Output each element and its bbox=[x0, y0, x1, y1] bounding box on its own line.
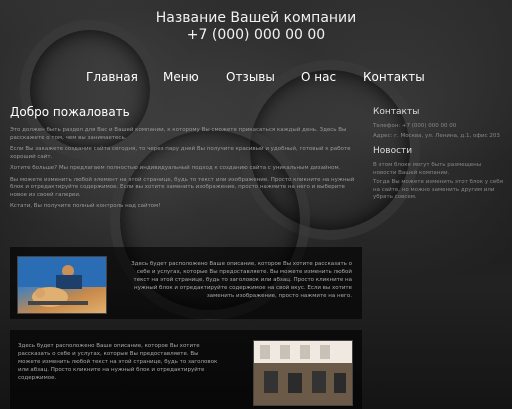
nav-item-home[interactable]: Главная bbox=[86, 70, 138, 84]
feature-text-2: Здесь будет расположено Ваше описание, к… bbox=[18, 343, 218, 381]
page-title: Добро пожаловать bbox=[10, 105, 130, 119]
news-item: Тогда Вы можете изменить этот блок у себ… bbox=[373, 179, 503, 200]
contact-phone: Телефон: +7 (000) 000 00 00 bbox=[373, 123, 457, 129]
feature-block-1: Здесь будет расположено Ваше описание, к… bbox=[10, 247, 362, 319]
intro-paragraph: Если Вы закажете создание сайта сегодня,… bbox=[10, 146, 351, 160]
news-item: В этом блоке могут быть размещены новост… bbox=[373, 162, 482, 176]
intro-paragraph: Хотите больше? Мы предлагаем полностью и… bbox=[10, 165, 341, 171]
feature-image-trainer bbox=[17, 256, 107, 314]
intro-paragraph: Вы можете изменить любой элемент на этой… bbox=[10, 176, 355, 198]
feature-image-gym bbox=[253, 340, 353, 406]
news-heading: Новости bbox=[373, 146, 413, 156]
main-content: Добро пожаловать Это должен быть раздел … bbox=[10, 105, 360, 215]
feature-text-1: Здесь будет расположено Ваше описание, к… bbox=[131, 261, 352, 299]
intro-paragraph: Кстати, Вы получите полный контроль над … bbox=[10, 203, 161, 209]
contact-address: Адрес: г. Москва, ул. Ленина, д.1, офис … bbox=[373, 132, 500, 139]
header: Название Вашей компании +7 (000) 000 00 … bbox=[0, 10, 512, 44]
header-phone: +7 (000) 000 00 00 bbox=[186, 27, 326, 43]
nav-item-contacts[interactable]: Контакты bbox=[363, 70, 425, 84]
sidebar: Контакты Телефон: +7 (000) 000 00 00 Адр… bbox=[373, 107, 503, 204]
feature-block-2: Здесь будет расположено Ваше описание, к… bbox=[10, 330, 362, 409]
intro-paragraph: Это должен быть раздел для Вас и Вашей к… bbox=[10, 127, 347, 141]
nav-item-about[interactable]: О нас bbox=[301, 70, 336, 84]
company-name: Название Вашей компании bbox=[155, 10, 357, 26]
nav-item-reviews[interactable]: Отзывы bbox=[226, 70, 275, 84]
contacts-heading: Контакты bbox=[373, 107, 420, 117]
nav-item-menu[interactable]: Меню bbox=[163, 70, 199, 84]
